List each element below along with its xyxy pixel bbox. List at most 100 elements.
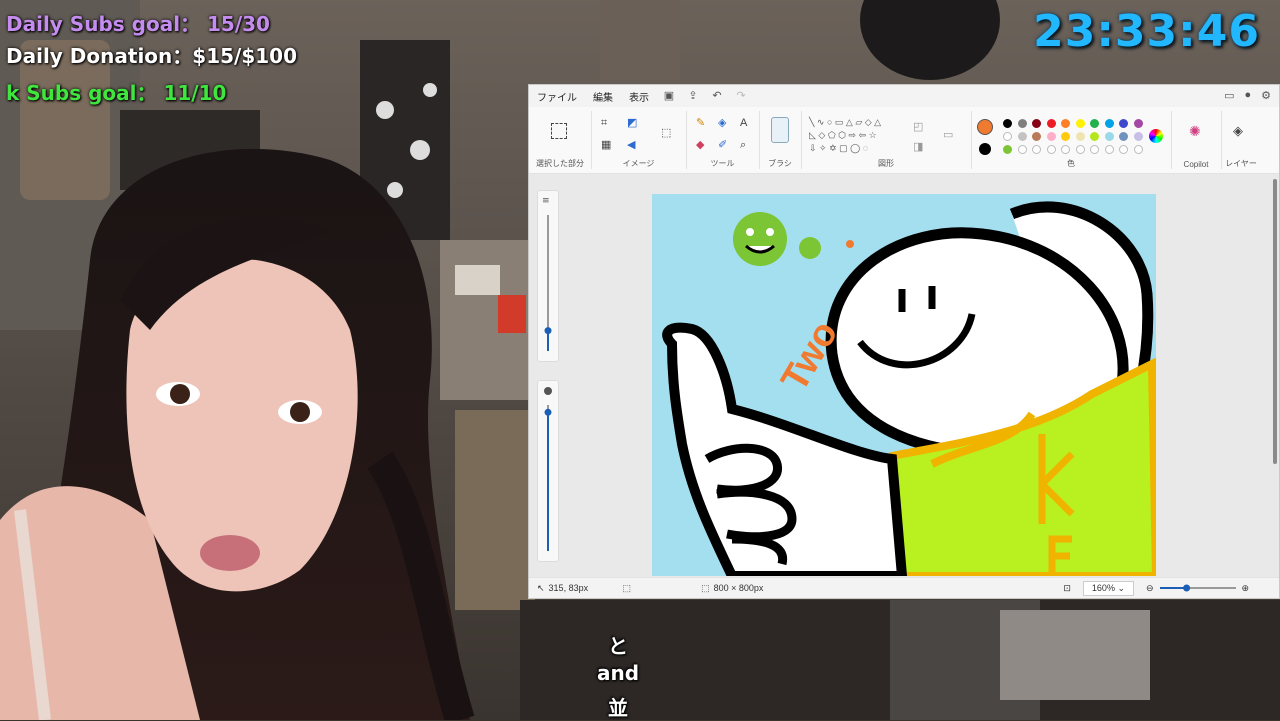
rotate-icon[interactable]: ▦ xyxy=(601,139,611,151)
canvas-size: 800 × 800px xyxy=(713,583,764,593)
palette-swatch[interactable] xyxy=(1133,132,1143,141)
group-selection-label: 選択した部分 xyxy=(536,159,584,168)
settings-icon[interactable]: ⚙ xyxy=(1261,89,1271,102)
profile-icon[interactable]: ● xyxy=(1244,89,1251,102)
palette-swatch[interactable] xyxy=(1017,132,1027,141)
comment-icon[interactable]: ▭ xyxy=(1224,89,1234,102)
palette-swatch[interactable] xyxy=(1046,119,1056,128)
drawing: Two xyxy=(662,201,1156,576)
palette-swatch[interactable] xyxy=(1090,145,1099,154)
group-tools: ✎ ◈ A ◆ ✐ ⌕ ツール xyxy=(686,111,760,169)
secondary-color-swatch[interactable] xyxy=(979,143,991,155)
palette-swatch[interactable] xyxy=(1061,119,1070,128)
edit-colors-icon[interactable] xyxy=(1149,129,1163,143)
palette-swatch[interactable] xyxy=(1090,132,1099,141)
palette-swatch[interactable] xyxy=(1119,119,1128,128)
outline-icon[interactable]: ◰ xyxy=(913,121,923,133)
palette-swatch[interactable] xyxy=(1003,132,1012,141)
fill-shape-icon[interactable]: ◨ xyxy=(913,141,923,153)
palette-swatch[interactable] xyxy=(1104,119,1114,128)
vertical-scrollbar[interactable] xyxy=(1273,179,1277,464)
group-image: ⌗ ◩ ⬚ ▦ ◀ イメージ xyxy=(591,111,687,169)
shapes-row-1-icons[interactable]: ╲ ∿ ○ ▭ △ ▱ ◇ △ xyxy=(809,117,881,127)
copilot-icon[interactable]: ✺ xyxy=(1189,124,1201,138)
menu-file[interactable]: ファイル xyxy=(529,89,585,104)
menu-edit[interactable]: 編集 xyxy=(585,89,621,104)
palette-swatch[interactable] xyxy=(1133,145,1143,154)
group-layers-label: レイヤー xyxy=(1225,159,1257,168)
flip-icon[interactable]: ◀ xyxy=(627,139,635,151)
crop-icon[interactable]: ⌗ xyxy=(601,117,607,129)
palette-swatch[interactable] xyxy=(1104,145,1114,154)
select-icon[interactable] xyxy=(551,123,567,139)
palette-swatch[interactable] xyxy=(1119,145,1128,154)
palette-swatch[interactable] xyxy=(1133,119,1143,128)
palette-swatch[interactable] xyxy=(1090,119,1099,128)
brush-icon[interactable] xyxy=(771,117,789,143)
palette-swatch[interactable] xyxy=(1032,119,1041,128)
svg-text:≡: ≡ xyxy=(542,196,550,206)
daily-donation-goal: Daily Donation：$15/$100 xyxy=(6,44,297,68)
palette-swatch[interactable] xyxy=(1032,132,1041,141)
palette-swatch[interactable] xyxy=(1104,132,1114,141)
group-selection: 選択した部分 xyxy=(529,111,592,169)
group-color: 色 xyxy=(971,111,1172,169)
shapes-row-3-icons[interactable]: ⇩ ✧ ✡ ▢ ◯ ◌ xyxy=(809,143,868,153)
cursor-position: 315, 83px xyxy=(548,583,589,593)
resize-icon[interactable]: ◩ xyxy=(627,117,637,129)
stream-clock: 23:33:46 xyxy=(1033,6,1260,57)
group-tools-label: ツール xyxy=(710,159,735,168)
brush-size-slider[interactable]: ≡ xyxy=(537,190,559,362)
palette-swatch[interactable] xyxy=(1032,145,1041,154)
palette-swatch[interactable] xyxy=(1075,119,1085,128)
opacity-slider[interactable] xyxy=(537,380,559,562)
palette-swatch[interactable] xyxy=(1017,145,1027,154)
palette-swatch[interactable] xyxy=(1119,132,1128,141)
zoom-out-icon[interactable]: ⊖ xyxy=(1146,583,1154,594)
shape-size-icon[interactable]: ▭ xyxy=(943,129,953,141)
palette-swatch[interactable] xyxy=(1017,119,1027,128)
redo-icon[interactable]: ↷ xyxy=(734,90,748,102)
background-removal-icon[interactable]: ⬚ xyxy=(661,127,671,139)
color-picker-icon[interactable]: ✐ xyxy=(718,139,727,151)
brush-size-slider-track: ≡ xyxy=(542,196,552,351)
cursor-icon: ↖ xyxy=(537,582,545,593)
zoom-dropdown[interactable]: 160% ⌄ xyxy=(1082,580,1134,596)
palette-swatch[interactable] xyxy=(1003,119,1012,128)
group-brush: ブラシ xyxy=(759,111,802,169)
palette-swatch[interactable] xyxy=(1075,145,1085,154)
group-layers: ◈ レイヤー xyxy=(1221,111,1261,169)
status-bar: ↖ 315, 83px ⬚ ⬚ 800 × 800px ⊡ 160% ⌄ ⊖ ⊕ xyxy=(529,577,1279,598)
palette-swatch[interactable] xyxy=(1061,145,1070,154)
fill-icon[interactable]: ◈ xyxy=(718,117,726,129)
caption-line-2: and xyxy=(596,661,640,685)
group-color-label: 色 xyxy=(1067,159,1075,168)
ribbon-toolbar: 選択した部分 ⌗ ◩ ⬚ ▦ ◀ イメージ ✎ ◈ A ◆ ✐ ⌕ ツール ブラ… xyxy=(529,107,1279,174)
palette-swatch[interactable] xyxy=(1046,132,1056,141)
share-icon[interactable]: ⇪ xyxy=(686,90,700,102)
palette-swatch[interactable] xyxy=(1046,145,1056,154)
drawing-canvas[interactable]: Two xyxy=(652,194,1156,576)
undo-icon[interactable]: ↶ xyxy=(710,90,724,102)
layers-icon[interactable]: ◈ xyxy=(1233,124,1243,137)
eraser-icon[interactable]: ◆ xyxy=(696,139,704,151)
palette-swatch[interactable] xyxy=(1003,145,1012,154)
caption-line-1: と xyxy=(608,634,628,658)
paint-window: ファイル 編集 表示 ▣ ⇪ ↶ ↷ ▭ ● ⚙ 選択した部分 ⌗ ◩ ⬚ ▦ … xyxy=(528,84,1280,599)
save-icon[interactable]: ▣ xyxy=(662,90,676,102)
pencil-icon[interactable]: ✎ xyxy=(696,117,705,129)
menu-bar: ファイル 編集 表示 ▣ ⇪ ↶ ↷ ▭ ● ⚙ xyxy=(529,85,1279,107)
zoom-slider[interactable] xyxy=(1158,583,1238,593)
palette-swatch[interactable] xyxy=(1061,132,1070,141)
menu-view[interactable]: 表示 xyxy=(621,89,657,104)
primary-color-swatch[interactable] xyxy=(977,119,993,135)
text-icon[interactable]: A xyxy=(740,117,747,129)
caption-line-3: 並 xyxy=(608,696,628,720)
palette-swatch[interactable] xyxy=(1075,132,1085,141)
daily-subs-goal: Daily Subs goal： 15/30 xyxy=(6,12,270,36)
fit-to-window-icon[interactable]: ⊡ xyxy=(1063,583,1071,594)
group-copilot: ✺ Copilot xyxy=(1171,111,1222,169)
zoom-in-icon[interactable]: ⊕ xyxy=(1242,583,1250,594)
shapes-row-2-icons[interactable]: ◺ ◇ ⬠ ⬡ ⇨ ⇦ ☆ xyxy=(809,130,877,140)
magnifier-icon[interactable]: ⌕ xyxy=(740,139,746,151)
